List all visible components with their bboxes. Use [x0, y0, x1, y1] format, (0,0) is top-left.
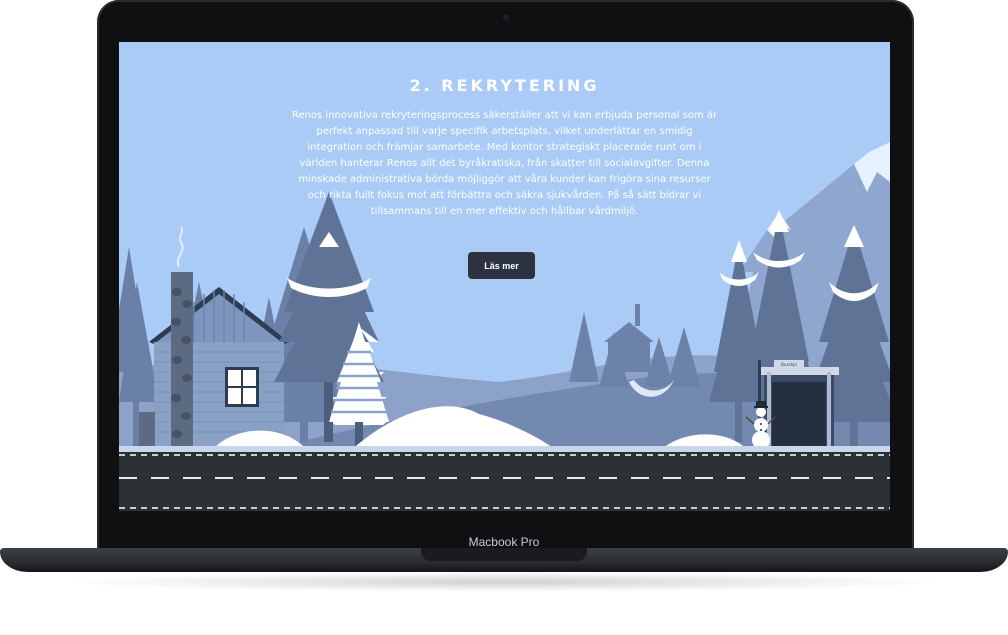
- hinge-notch: [421, 548, 587, 561]
- screen: Busshpl 2. REKRYTERING Renos innovativa …: [119, 42, 890, 511]
- section-body-text: Renos innovativa rekryteringsprocess säk…: [291, 110, 718, 217]
- bus-stop-sign: Busshpl: [781, 362, 797, 367]
- section-title: 2. REKRYTERING: [409, 76, 600, 95]
- camera-icon: [502, 14, 509, 20]
- device-model-label: Macbook Pro: [468, 535, 540, 549]
- laptop-shadow: [60, 572, 948, 592]
- bus-stop: [758, 360, 839, 452]
- read-more-button[interactable]: Läs mer: [468, 252, 535, 279]
